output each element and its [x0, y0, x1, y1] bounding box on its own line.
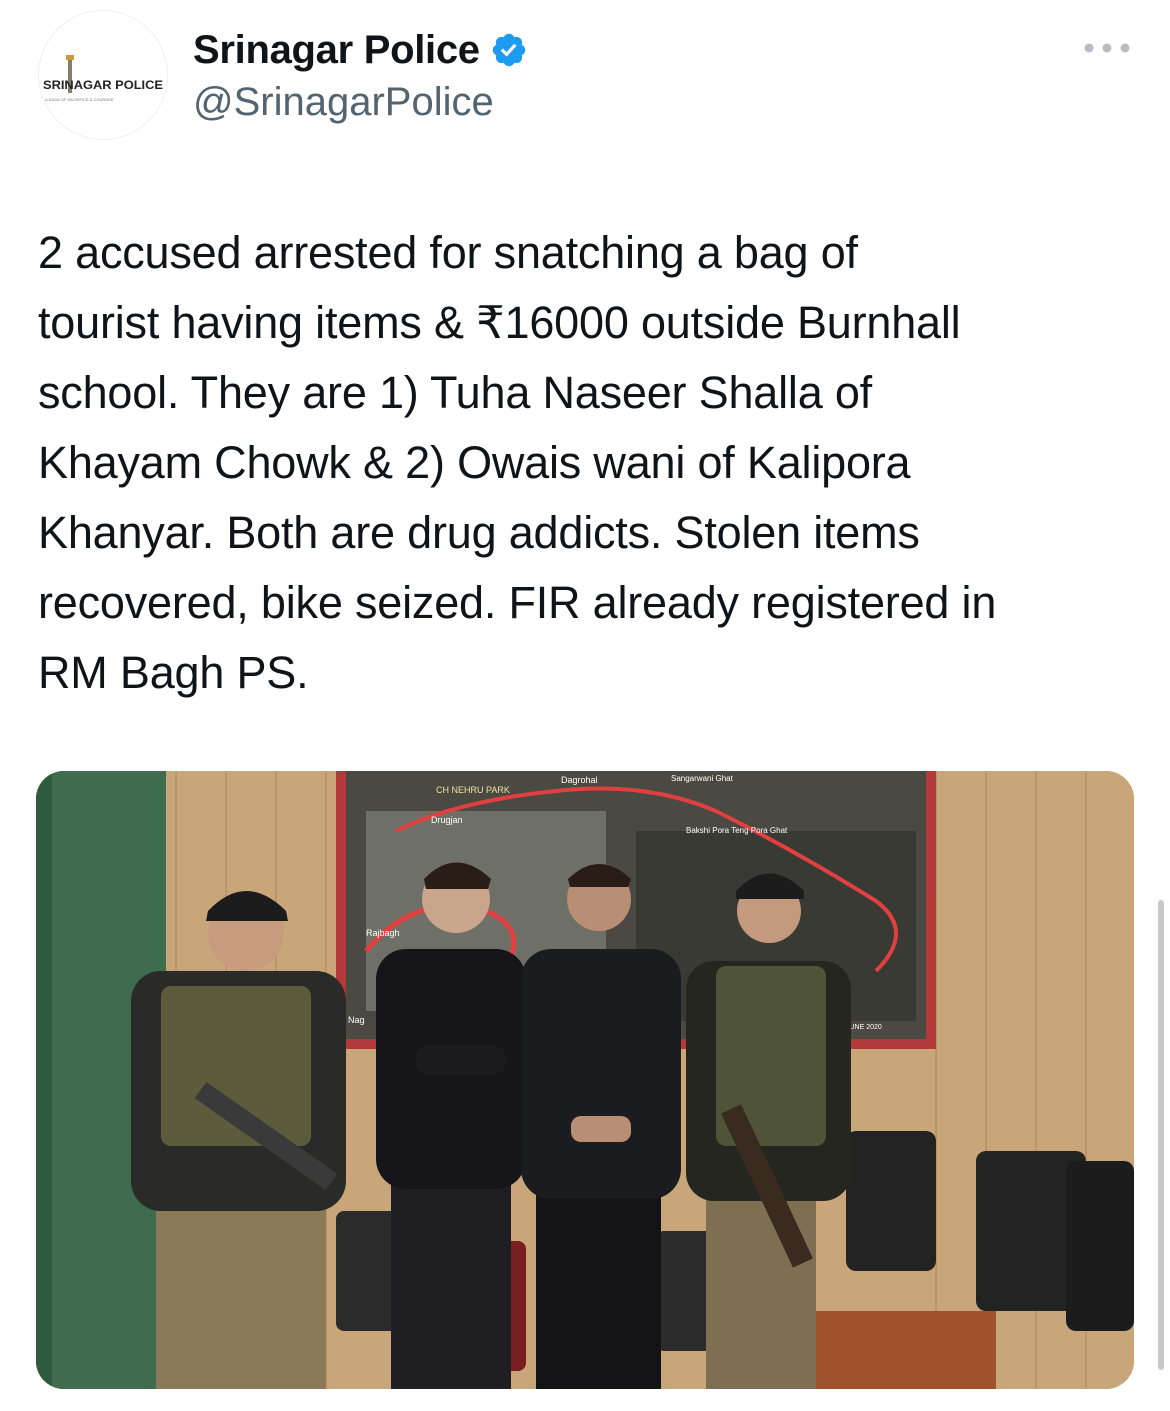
author-avatar[interactable]: SRINAGAR POLICE A SAGA OF SACRIFICE & CO… — [38, 10, 168, 140]
photo-illustration: CH NEHRU PARK Dagrohal Sangarwani Ghat D… — [36, 771, 1134, 1389]
author-name-row: Srinagar Police — [193, 24, 528, 76]
logo-sr-text: SRINAGAR POLICE — [43, 78, 163, 92]
map-label-rajbagh: Rajbagh — [366, 928, 400, 938]
logo-tagline: A SAGA OF SACRIFICE & COURAGE — [45, 97, 114, 102]
tweet-photo[interactable]: CH NEHRU PARK Dagrohal Sangarwani Ghat D… — [36, 771, 1134, 1389]
srinagar-police-logo: SRINAGAR POLICE A SAGA OF SACRIFICE & CO… — [39, 11, 167, 139]
map-label-nag: Nag — [348, 1015, 365, 1025]
map-label-nehru-park: CH NEHRU PARK — [436, 785, 510, 795]
more-horizontal-icon[interactable] — [1082, 38, 1132, 58]
verified-badge-icon — [492, 33, 525, 67]
map-label-date: JUNE 2020 — [846, 1024, 882, 1031]
map-label-drugjan: Drugjan — [431, 815, 463, 825]
map-label-bakshi-pora: Bakshi Pora Teng Pora Ghat — [686, 826, 788, 835]
tweet: SRINAGAR POLICE A SAGA OF SACRIFICE & CO… — [0, 0, 1170, 1411]
author-name[interactable]: Srinagar Police — [193, 28, 480, 73]
tweet-text: 2 accused arrested for snatching a bag o… — [38, 227, 997, 698]
map-label-ghat: Sangarwani Ghat — [671, 774, 734, 783]
map-label-dagrohal: Dagrohal — [561, 775, 598, 785]
scrollbar[interactable] — [1158, 900, 1164, 1370]
author-handle[interactable]: @SrinagarPolice — [193, 80, 494, 125]
